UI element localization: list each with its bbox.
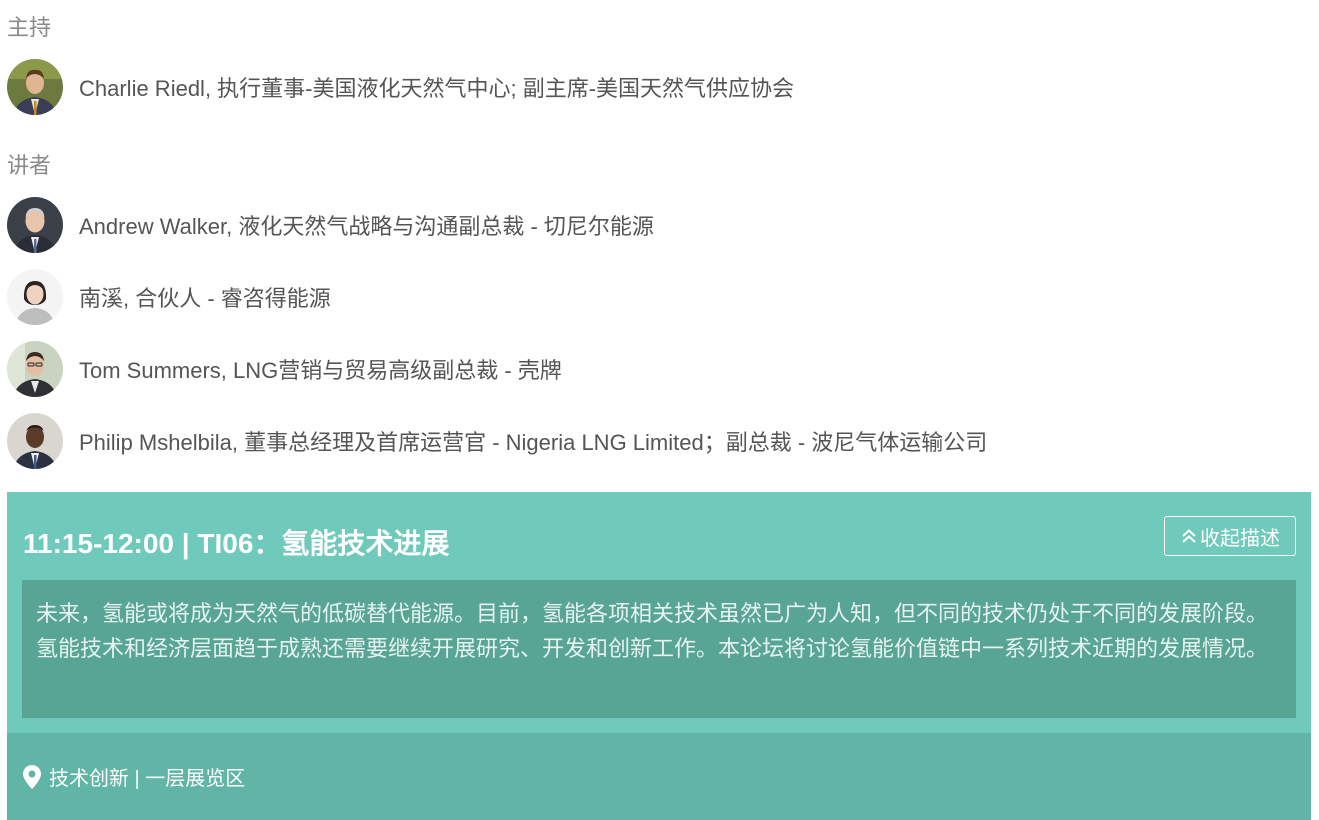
speaker-name[interactable]: Philip Mshelbila: [79, 430, 232, 455]
map-pin-icon: [23, 764, 41, 789]
speaker-row: 南溪, 合伙人 - 睿咨得能源: [7, 268, 331, 326]
speaker-name[interactable]: Andrew Walker: [79, 214, 226, 239]
location-text: 技术创新 | 一层展览区: [49, 768, 246, 790]
moderator-row: Charlie Riedl, 执行董事-美国液化天然气中心; 副主席-美国天然气…: [7, 58, 794, 116]
speaker-name[interactable]: 南溪: [79, 286, 123, 311]
speaker-row: Tom Summers, LNG营销与贸易高级副总裁 - 壳牌: [7, 340, 562, 398]
moderator-avatar: [7, 59, 63, 115]
speaker-title: , 董事总经理及首席运营官 - Nigeria LNG Limited；副总裁 …: [231, 430, 988, 455]
speaker-title: , 合伙人 - 睿咨得能源: [123, 286, 331, 311]
speakers-label: 讲者: [7, 153, 52, 178]
speaker-row: Andrew Walker, 液化天然气战略与沟通副总裁 - 切尼尔能源: [7, 196, 654, 254]
session-title: 11:15-12:00 | TI06：氢能技术进展: [23, 528, 450, 559]
speaker-name[interactable]: Tom Summers: [79, 358, 221, 383]
speaker-avatar: [7, 269, 63, 325]
speaker-avatar: [7, 413, 63, 469]
session-block: 11:15-12:00 | TI06：氢能技术进展 收起描述 未来，氢能或将成为…: [7, 492, 1311, 820]
moderator-name[interactable]: Charlie Riedl: [79, 76, 205, 101]
speaker-avatar: [7, 197, 63, 253]
speaker-row: Philip Mshelbila, 董事总经理及首席运营官 - Nigeria …: [7, 412, 987, 470]
moderator-title: , 执行董事-美国液化天然气中心; 副主席-美国天然气供应协会: [204, 76, 795, 101]
collapse-description-button[interactable]: 收起描述: [1164, 516, 1296, 556]
chevron-up-double-icon: [1182, 529, 1196, 543]
moderator-label: 主持: [7, 15, 52, 40]
collapse-label: 收起描述: [1200, 527, 1280, 550]
session-description: 未来，氢能或将成为天然气的低碳替代能源。目前，氢能各项相关技术虽然已广为人知，但…: [22, 580, 1296, 718]
speaker-title: , 液化天然气战略与沟通副总裁 - 切尼尔能源: [226, 214, 654, 239]
session-footer: 技术创新 | 一层展览区: [7, 733, 1311, 820]
session-location: 技术创新 | 一层展览区: [23, 762, 245, 791]
speaker-title: , LNG营销与贸易高级副总裁 - 壳牌: [220, 358, 562, 383]
speaker-avatar: [7, 341, 63, 397]
